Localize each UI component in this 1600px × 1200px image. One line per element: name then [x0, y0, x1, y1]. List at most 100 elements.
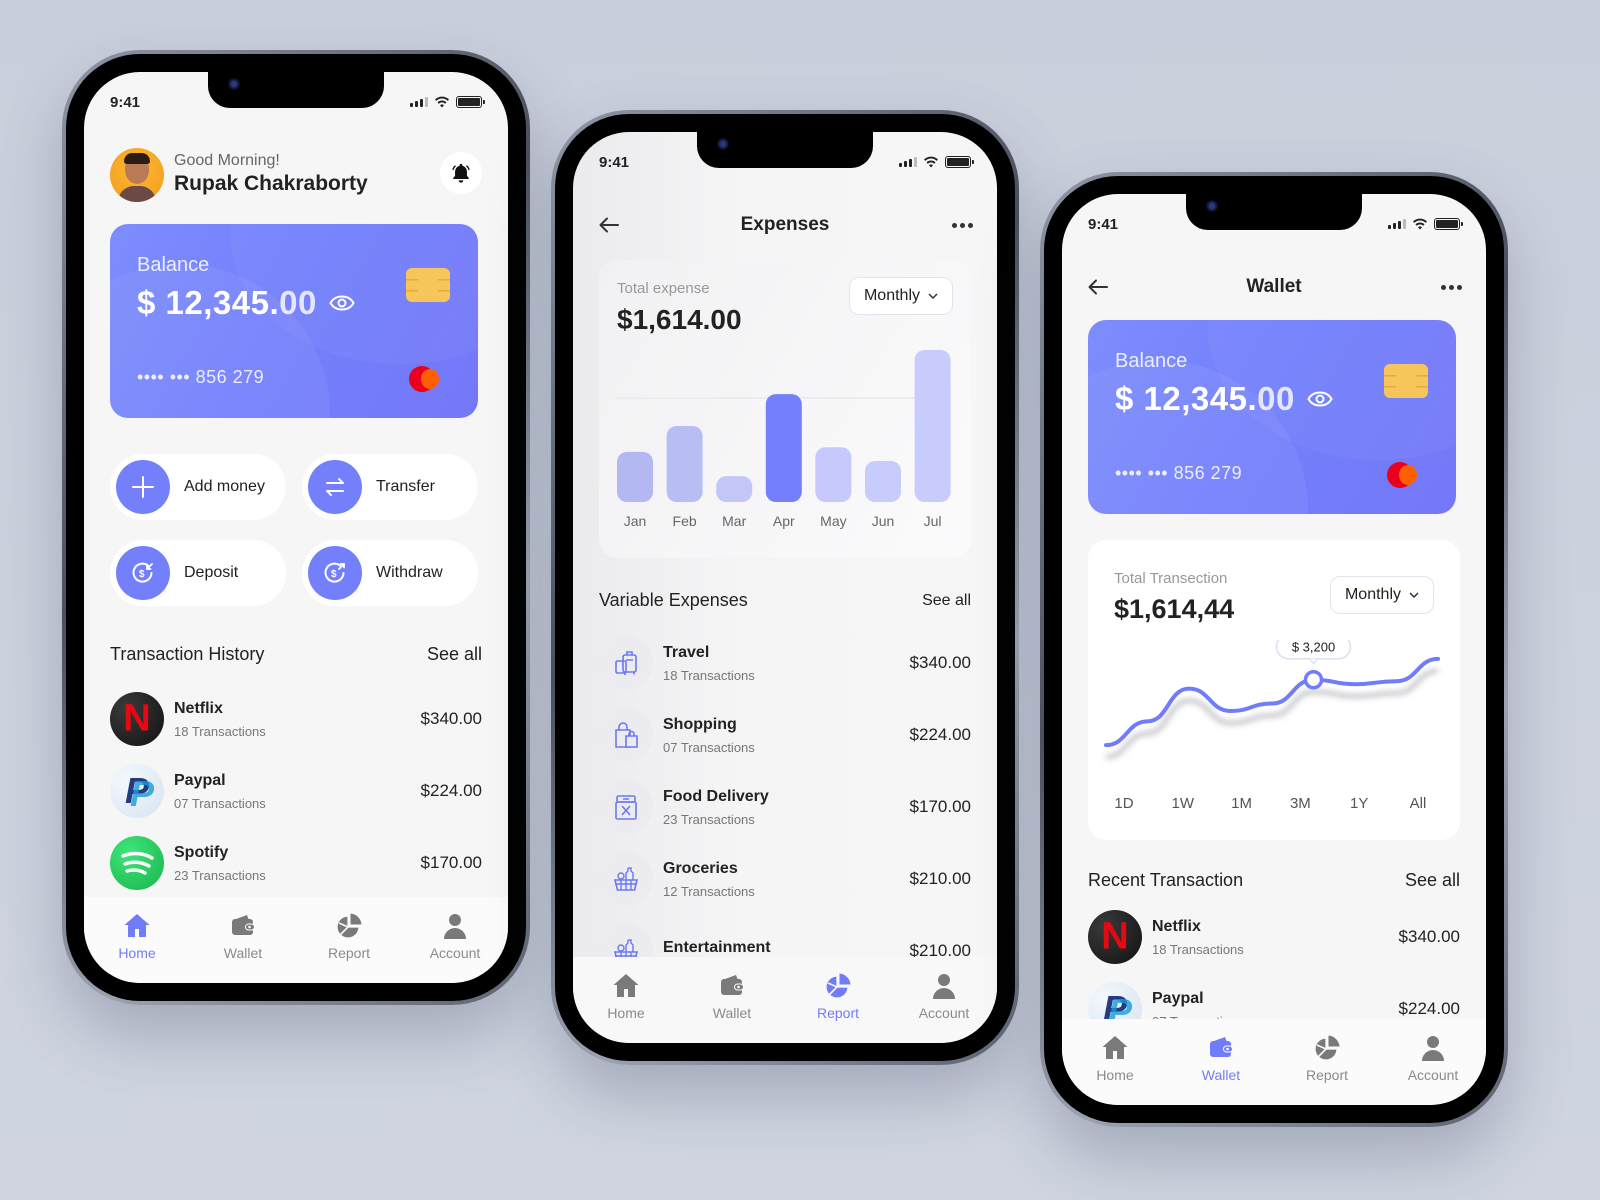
transaction-row[interactable]: P Paypal 07 Transactions $224.00 [110, 764, 482, 818]
bar-may[interactable] [815, 447, 852, 502]
wifi-icon [1413, 218, 1427, 230]
nav-report[interactable]: Report [304, 911, 394, 961]
netflix-logo-icon: N [1088, 910, 1142, 964]
add-money-button[interactable]: Add money [110, 454, 286, 520]
see-all-link[interactable]: See all [1405, 870, 1460, 891]
nav-home[interactable]: Home [581, 971, 671, 1021]
category-transactions: 12 Transactions [663, 883, 755, 899]
highlight-point[interactable] [1303, 669, 1324, 690]
nav-account[interactable]: Account [899, 971, 989, 1021]
expense-category-row[interactable]: Travel 18 Transactions $340.00 [599, 636, 971, 690]
eye-icon[interactable] [1307, 391, 1333, 407]
see-all-link[interactable]: See all [922, 592, 971, 610]
pie-chart-icon [336, 913, 362, 939]
period-dropdown[interactable]: Monthly [1329, 576, 1434, 614]
nav-report[interactable]: Report [1282, 1033, 1372, 1083]
nav-account[interactable]: Account [410, 911, 500, 961]
bar-jun[interactable] [865, 460, 901, 502]
range-tab-3m[interactable]: 3M [1290, 795, 1311, 812]
balance-cents: 00 [1257, 380, 1295, 417]
expense-category-row[interactable]: Groceries 12 Transactions $210.00 [599, 852, 971, 906]
transaction-row[interactable]: N Netflix 18 Transactions $340.00 [1088, 910, 1460, 964]
home-screen: 9:41 Good Morning! Rupak Chakraborty Bal… [84, 72, 508, 983]
nav-home[interactable]: Home [92, 911, 182, 961]
bar-jan[interactable] [617, 451, 653, 502]
category-name: Food Delivery [663, 787, 769, 805]
period-dropdown[interactable]: Monthly [848, 277, 953, 315]
section-title: Variable Expenses [599, 590, 748, 610]
status-time: 9:41 [1088, 215, 1119, 233]
category-icon-wrap [599, 636, 653, 690]
more-options-icon[interactable] [1438, 277, 1462, 297]
range-tab-1w[interactable]: 1W [1172, 795, 1195, 812]
balance-card[interactable]: Balance $ 12,345.00 •••• ••• 856 279 [110, 224, 478, 418]
bottom-nav: Home Wallet Report Account [84, 897, 508, 983]
mastercard-logo-icon [1387, 462, 1429, 488]
variable-expenses-header: Variable Expenses See all [599, 590, 971, 611]
bar-feb[interactable] [666, 426, 703, 502]
deposit-button[interactable]: $ Deposit [110, 540, 286, 606]
bar-mar[interactable] [716, 476, 753, 502]
transaction-row[interactable]: Spotify 23 Transactions $170.00 [110, 836, 482, 890]
category-icon-wrap [599, 708, 653, 762]
transfer-button[interactable]: Transfer [302, 454, 478, 520]
user-icon [444, 914, 466, 939]
balance-label: Balance [1115, 350, 1188, 372]
range-tab-1m[interactable]: 1M [1231, 795, 1252, 812]
balance-card[interactable]: Balance $ 12,345.00 •••• ••• 856 279 [1088, 320, 1456, 514]
notification-button[interactable] [440, 152, 482, 194]
camera [1206, 200, 1218, 212]
expense-chart-panel: Total expense $1,614.00 Monthly Jan Feb Ma… [599, 260, 971, 558]
wallet-screen: 9:41 Wallet Balance $ 12,345.00 •••• •••… [1062, 194, 1486, 1105]
see-all-link[interactable]: See all [427, 644, 482, 665]
category-amount: $224.00 [909, 725, 971, 744]
transaction-history-header: Transaction History See all [110, 644, 482, 665]
category-amount: $210.00 [909, 869, 971, 888]
range-tab-1y[interactable]: 1Y [1350, 795, 1368, 812]
expense-category-row[interactable]: Food Delivery 23 Transactions $170.00 [599, 780, 971, 834]
phone-expenses: 9:41 Expenses Total expense $1,614.00 Mo… [551, 110, 1019, 1065]
x-tick-label: Apr [773, 513, 795, 529]
category-amount: $340.00 [909, 653, 971, 672]
status-time: 9:41 [599, 153, 630, 171]
bar-jul[interactable] [914, 350, 951, 502]
bar-apr[interactable] [765, 394, 802, 502]
home-icon [124, 914, 150, 937]
nav-report[interactable]: Report [793, 971, 883, 1021]
nav-home[interactable]: Home [1070, 1033, 1160, 1083]
range-tab-1d[interactable]: 1D [1114, 795, 1133, 812]
battery-icon [456, 96, 485, 108]
nav-wallet[interactable]: Wallet [198, 911, 288, 961]
user-name: Rupak Chakraborty [174, 172, 368, 195]
expense-category-row[interactable]: Shopping 07 Transactions $224.00 [599, 708, 971, 762]
x-tick-label: Jan [624, 513, 647, 529]
nav-wallet[interactable]: Wallet [1176, 1033, 1266, 1083]
phone-home: 9:41 Good Morning! Rupak Chakraborty Bal… [62, 50, 530, 1005]
notch [697, 132, 873, 168]
category-amount: $170.00 [909, 797, 971, 816]
category-transactions: 07 Transactions [663, 739, 755, 755]
category-name: Shopping [663, 715, 737, 733]
withdraw-button[interactable]: $ Withdraw [302, 540, 478, 606]
avatar[interactable] [110, 148, 164, 202]
back-arrow-icon[interactable] [597, 215, 621, 235]
line-chart: $ 3,200 1D 1W 1M 3M 1Y All [1104, 640, 1440, 812]
wallet-icon [232, 915, 255, 935]
total-transaction-value: $1,614,44 [1114, 594, 1235, 624]
bottom-nav: Home Wallet Report Account [573, 957, 997, 1043]
nav-wallet[interactable]: Wallet [687, 971, 777, 1021]
nav-account[interactable]: Account [1388, 1033, 1478, 1083]
chevron-down-icon [928, 293, 938, 299]
transaction-row[interactable]: N Netflix 18 Transactions $340.00 [110, 692, 482, 746]
battery-icon [945, 156, 974, 168]
eye-icon[interactable] [329, 295, 355, 311]
x-tick-label: Jul [924, 513, 942, 529]
back-arrow-icon[interactable] [1086, 277, 1110, 297]
total-expense-value: $1,614.00 [617, 304, 742, 335]
balance-label: Balance [137, 254, 210, 276]
x-tick-label: May [820, 513, 846, 529]
range-tab-all[interactable]: All [1410, 795, 1427, 812]
grocery-basket-icon [613, 867, 639, 891]
notch [1186, 194, 1362, 230]
more-options-icon[interactable] [949, 215, 973, 235]
